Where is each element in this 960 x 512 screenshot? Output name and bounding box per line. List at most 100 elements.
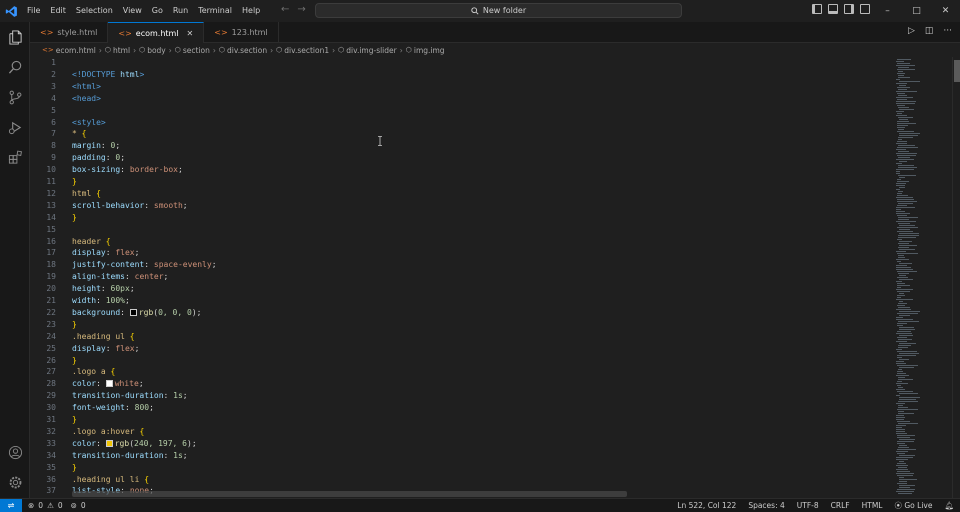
maximize-button[interactable]: □ bbox=[902, 0, 931, 22]
minimap-line bbox=[897, 261, 901, 262]
breadcrumb-item[interactable]: ⬡ html bbox=[105, 46, 130, 55]
code-line[interactable]: 26} bbox=[30, 355, 870, 367]
code-line[interactable]: 27 .logo a { bbox=[30, 366, 870, 378]
menu-selection[interactable]: Selection bbox=[71, 0, 118, 22]
more-actions-icon[interactable]: ··· bbox=[943, 26, 952, 36]
account-icon[interactable] bbox=[0, 439, 30, 465]
breadcrumb-item[interactable]: ⬡ section bbox=[175, 46, 210, 55]
minimap[interactable] bbox=[890, 57, 952, 498]
breadcrumb-item[interactable]: ⬡ div.section1 bbox=[276, 46, 329, 55]
indentation[interactable]: Spaces: 4 bbox=[748, 501, 784, 510]
code-line[interactable]: 6 <style> bbox=[30, 117, 870, 129]
breadcrumb-item[interactable]: ⬡ img.img bbox=[406, 46, 445, 55]
close-tab-icon[interactable]: ✕ bbox=[187, 29, 194, 38]
code-line[interactable]: 25 display: flex; bbox=[30, 343, 870, 355]
menu-help[interactable]: Help bbox=[237, 0, 265, 22]
breadcrumb-item[interactable]: ⬡ div.section bbox=[219, 46, 267, 55]
code-line[interactable]: 29 transition-duration: 1s; bbox=[30, 390, 870, 402]
breadcrumb-item[interactable]: ⬡ body bbox=[139, 46, 166, 55]
minimap-line bbox=[897, 471, 910, 472]
code-line[interactable]: 2 <!DOCTYPE html> bbox=[30, 69, 870, 81]
code-line[interactable]: 32 .logo a:hover { bbox=[30, 426, 870, 438]
go-live-button[interactable]: ⦿ Go Live bbox=[894, 500, 932, 511]
breadcrumb-item[interactable]: <> ecom.html bbox=[42, 46, 96, 55]
code-line[interactable]: 13 scroll-behavior: smooth; bbox=[30, 200, 870, 212]
code-line[interactable]: 10 box-sizing: border-box; bbox=[30, 164, 870, 176]
vertical-scrollbar[interactable] bbox=[952, 57, 960, 498]
tab-style-html[interactable]: <> style.html bbox=[30, 22, 109, 43]
menu-go[interactable]: Go bbox=[147, 0, 168, 22]
back-arrow-icon[interactable]: ← bbox=[281, 4, 289, 15]
code-line[interactable]: 9 padding: 0; bbox=[30, 152, 870, 164]
tab-ecom-html[interactable]: <> ecom.html ✕ bbox=[108, 22, 205, 43]
code-line[interactable]: 17 display: flex; bbox=[30, 247, 870, 259]
minimap-line bbox=[898, 139, 902, 140]
color-swatch[interactable] bbox=[105, 439, 113, 447]
forward-arrow-icon[interactable]: → bbox=[297, 4, 305, 15]
color-swatch[interactable] bbox=[105, 380, 113, 388]
code-line[interactable]: 14} bbox=[30, 212, 870, 224]
settings-gear-icon[interactable] bbox=[0, 469, 30, 495]
tab-123-html[interactable]: <> 123.html bbox=[204, 22, 279, 43]
code-line[interactable]: 5 bbox=[30, 105, 870, 117]
minimap-line bbox=[896, 403, 905, 404]
problems-indicator[interactable]: ⊗ 0 ⚠ 0 ⊚ 0 bbox=[22, 501, 86, 510]
split-editor-icon[interactable]: ◫ bbox=[925, 26, 934, 36]
notifications-bell-icon[interactable]: 🔔︎ bbox=[944, 501, 954, 510]
menu-terminal[interactable]: Terminal bbox=[193, 0, 237, 22]
code-line[interactable]: 24 .heading ul { bbox=[30, 331, 870, 343]
code-line[interactable]: 21 width: 100%; bbox=[30, 295, 870, 307]
menu-file[interactable]: File bbox=[22, 0, 45, 22]
code-line[interactable]: 11} bbox=[30, 176, 870, 188]
code-line[interactable]: 7 * { bbox=[30, 128, 870, 140]
code-line[interactable]: 18 justify-content: space-evenly; bbox=[30, 259, 870, 271]
code-line[interactable]: 8 margin: 0; bbox=[30, 140, 870, 152]
code-text: .logo a { bbox=[72, 366, 115, 378]
remote-indicator-icon[interactable]: ⇌ bbox=[0, 498, 22, 512]
command-center[interactable]: New folder bbox=[315, 3, 682, 18]
search-icon[interactable] bbox=[0, 54, 30, 80]
code-line[interactable]: 12 html { bbox=[30, 188, 870, 200]
encoding[interactable]: UTF-8 bbox=[797, 501, 819, 510]
close-window-button[interactable]: ✕ bbox=[931, 0, 960, 22]
menu-view[interactable]: View bbox=[118, 0, 147, 22]
code-line[interactable]: 20 height: 60px; bbox=[30, 283, 870, 295]
toggle-panel-icon[interactable] bbox=[828, 4, 838, 14]
horizontal-scrollbar[interactable] bbox=[72, 491, 627, 497]
explorer-icon[interactable] bbox=[0, 24, 30, 50]
menu-edit[interactable]: Edit bbox=[45, 0, 71, 22]
code-line[interactable]: 34 transition-duration: 1s; bbox=[30, 450, 870, 462]
code-line[interactable]: 36 .heading ul li { bbox=[30, 474, 870, 486]
color-swatch[interactable] bbox=[129, 308, 137, 316]
code-line[interactable]: 4 <head> bbox=[30, 93, 870, 105]
toggle-primary-sidebar-icon[interactable] bbox=[812, 4, 822, 14]
run-debug-icon[interactable] bbox=[0, 114, 30, 140]
extensions-icon[interactable] bbox=[0, 144, 30, 170]
code-line[interactable]: 31} bbox=[30, 414, 870, 426]
code-line[interactable]: 35} bbox=[30, 462, 870, 474]
code-line[interactable]: 16 header { bbox=[30, 236, 870, 248]
code-line[interactable]: 33 color: rgb(240, 197, 6); bbox=[30, 438, 870, 450]
language-mode[interactable]: HTML bbox=[862, 501, 883, 510]
minimap-line bbox=[898, 405, 903, 406]
code-line[interactable]: 28 color: white; bbox=[30, 378, 870, 390]
code-editor[interactable]: 37list-style: none;36.heading ul li {35}… bbox=[30, 57, 890, 498]
code-line[interactable]: 22 background: rgb(0, 0, 0); bbox=[30, 307, 870, 319]
vertical-scrollbar-thumb[interactable] bbox=[954, 60, 960, 82]
code-line[interactable]: 30 font-weight: 800; bbox=[30, 402, 870, 414]
code-line[interactable]: 15 bbox=[30, 224, 870, 236]
end-of-line[interactable]: CRLF bbox=[831, 501, 850, 510]
cursor-position[interactable]: Ln 522, Col 122 bbox=[677, 501, 736, 510]
menu-run[interactable]: Run bbox=[168, 0, 193, 22]
customize-layout-icon[interactable] bbox=[860, 4, 870, 14]
source-control-icon[interactable] bbox=[0, 84, 30, 110]
code-line[interactable]: 3 <html> bbox=[30, 81, 870, 93]
code-line[interactable]: 1 bbox=[30, 57, 870, 69]
code-line[interactable]: 19 align-items: center; bbox=[30, 271, 870, 283]
code-line[interactable]: 23} bbox=[30, 319, 870, 331]
minimap-line bbox=[896, 431, 905, 432]
minimize-button[interactable]: – bbox=[873, 0, 902, 22]
breadcrumb-item[interactable]: ⬡ div.img-slider bbox=[338, 46, 397, 55]
run-file-icon[interactable]: ▷ bbox=[908, 26, 915, 36]
toggle-secondary-sidebar-icon[interactable] bbox=[844, 4, 854, 14]
